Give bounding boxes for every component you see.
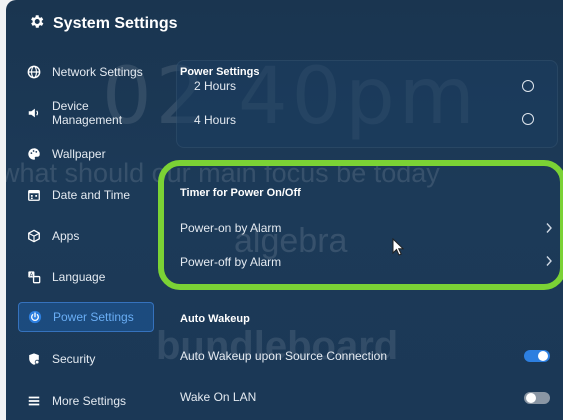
calendar-icon <box>26 187 42 203</box>
sidebar-item-label: Security <box>52 352 96 366</box>
option-2-hours-radio[interactable] <box>522 80 534 92</box>
sidebar-item-label: Power Settings <box>53 310 134 324</box>
speaker-icon <box>26 105 42 121</box>
gear-icon <box>28 13 45 35</box>
sidebar-item-label: Device Management <box>52 99 123 127</box>
wake-on-lan-label: Wake On LAN <box>180 390 257 404</box>
sidebar-item-device-management[interactable]: Device Management <box>18 96 154 130</box>
auto-wakeup-heading: Auto Wakeup <box>180 313 250 325</box>
toggle-knob <box>526 393 536 403</box>
sidebar-item-more-settings[interactable]: More Settings <box>18 391 154 411</box>
window-title-label: System Settings <box>53 15 178 32</box>
svg-text:A: A <box>30 272 34 278</box>
sidebar-item-label: Language <box>52 270 106 284</box>
globe-icon <box>26 64 42 80</box>
sidebar-item-date-and-time[interactable]: Date and Time <box>18 185 154 205</box>
sidebar-item-label: Apps <box>52 229 80 243</box>
wake-on-lan-toggle[interactable] <box>524 392 550 404</box>
auto-wakeup-source-toggle[interactable] <box>524 350 550 362</box>
sidebar-item-label: More Settings <box>52 394 127 408</box>
auto-wakeup-source-label: Auto Wakeup upon Source Connection <box>180 349 388 363</box>
sidebar-item-label: Date and Time <box>52 188 131 202</box>
annotation-highlight <box>158 160 563 290</box>
sidebar-item-label: Wallpaper <box>52 147 106 161</box>
sidebar-item-wallpaper[interactable]: Wallpaper <box>18 144 154 164</box>
toggle-knob <box>538 351 548 361</box>
sidebar-item-network-settings[interactable]: Network Settings <box>18 62 154 82</box>
sidebar-item-power-settings[interactable]: Power Settings <box>18 302 154 332</box>
sidebar-item-apps[interactable]: Apps <box>18 226 154 246</box>
settings-panel: 02 40pm what should our main focus be to… <box>6 0 563 420</box>
cube-icon <box>26 228 42 244</box>
language-icon: A <box>26 269 42 285</box>
window-title: System Settings <box>28 12 177 36</box>
option-4-hours-radio[interactable] <box>522 113 534 125</box>
palette-icon <box>26 146 42 162</box>
mouse-cursor-icon <box>392 238 405 256</box>
menu-icon <box>26 393 42 409</box>
power-settings-heading: Power Settings <box>180 66 260 78</box>
shield-icon <box>26 351 42 367</box>
sidebar-item-language[interactable]: A Language <box>18 267 154 287</box>
option-4-hours-label: 4 Hours <box>194 113 237 127</box>
sidebar-item-label: Network Settings <box>52 65 143 79</box>
sidebar-item-security[interactable]: Security <box>18 349 154 369</box>
power-icon <box>27 309 43 325</box>
option-2-hours-label: 2 Hours <box>194 79 237 93</box>
